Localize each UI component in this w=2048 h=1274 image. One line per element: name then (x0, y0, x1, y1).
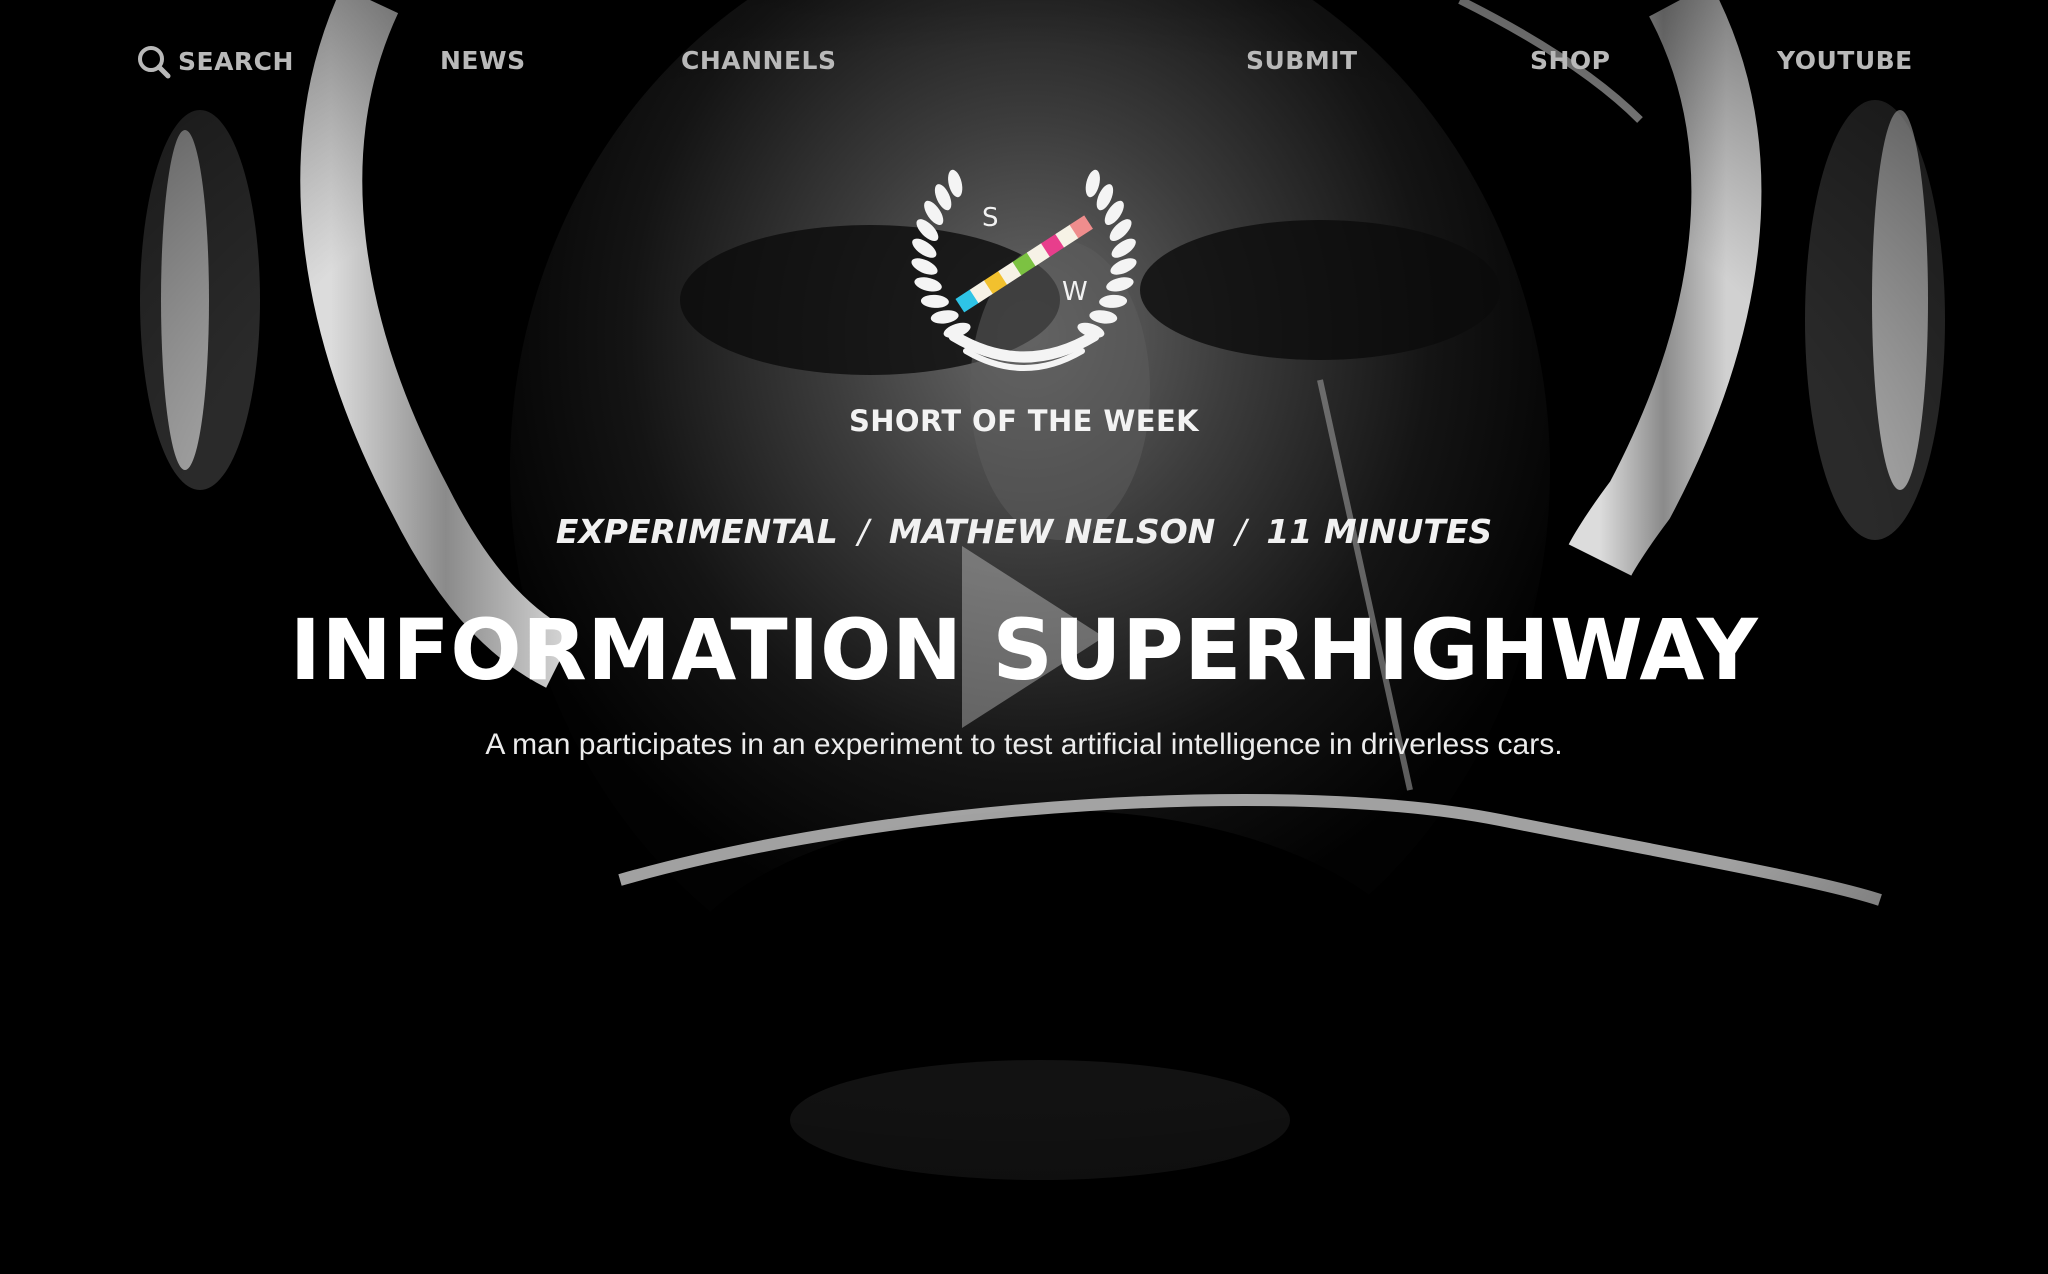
logo-letter-w: W (1062, 277, 1088, 307)
nav-news-link[interactable]: NEWS (440, 44, 526, 78)
laurel-leaf (920, 294, 949, 308)
meta-separator: / (857, 512, 869, 551)
nav-youtube-link[interactable]: YOUTUBE (1777, 44, 1913, 78)
nav-search-label: SEARCH (178, 47, 294, 76)
meta-separator: / (1235, 512, 1247, 551)
nav-search-button[interactable]: SEARCH (136, 44, 294, 80)
nav-submit-link[interactable]: SUBMIT (1246, 44, 1358, 78)
laurel-leaf (1099, 294, 1128, 308)
nav-shop-link[interactable]: SHOP (1530, 44, 1611, 78)
short-of-the-week-logo[interactable]: S W (884, 138, 1164, 378)
film-duration: 11 MINUTES (1266, 512, 1493, 551)
laurel-leaf (911, 258, 938, 275)
play-button[interactable] (958, 542, 1108, 732)
laurel-leaf (930, 310, 959, 324)
search-icon (136, 44, 172, 80)
nav-channels-link[interactable]: CHANNELS (681, 44, 836, 78)
film-description: A man participates in an experiment to t… (485, 728, 1563, 761)
film-genre-link[interactable]: EXPERIMENTAL (556, 512, 838, 551)
brand-name: SHORT OF THE WEEK (848, 404, 1200, 438)
laurel-leaf (1110, 258, 1137, 275)
laurel-leaf (1106, 277, 1134, 292)
laurel-leaf (1089, 310, 1118, 324)
laurel-leaf (914, 277, 942, 292)
play-icon (962, 546, 1104, 728)
logo-letter-s: S (982, 203, 999, 233)
